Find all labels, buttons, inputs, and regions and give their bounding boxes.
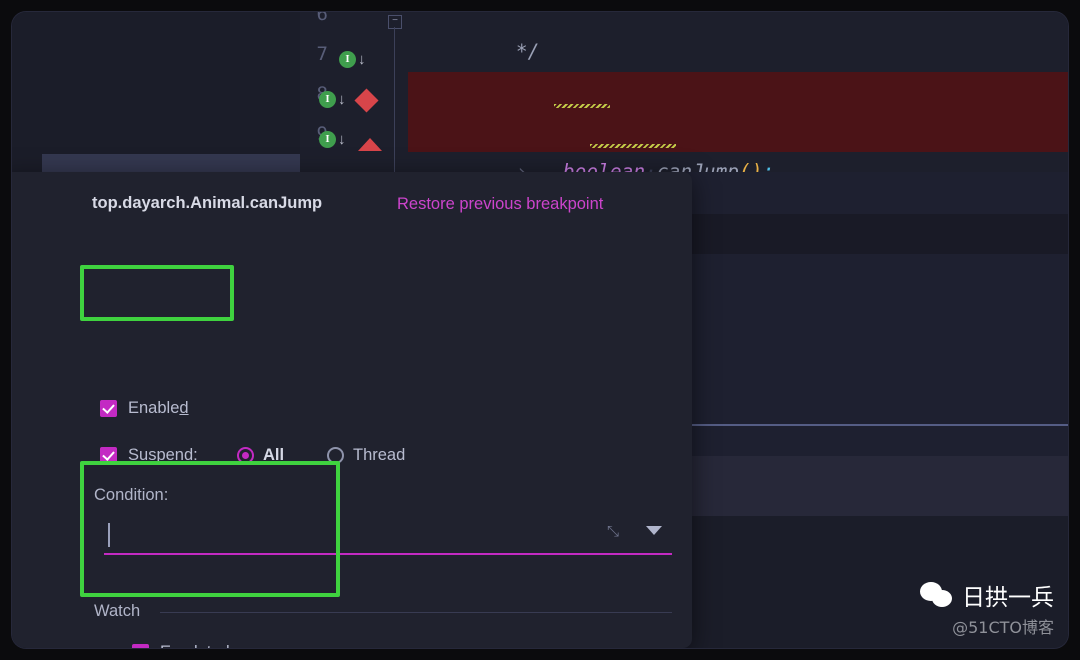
panel-main-right [684,254,1068,424]
panel-sub-right [684,426,1068,456]
radio-all-label: All [263,446,285,464]
implementation-arrow-line7[interactable]: ↓ [358,52,366,67]
radio-all[interactable] [237,447,254,464]
code-editor: 6 7 8 9 I ↓ I ↓ I ↓ − */ public·interfac [12,12,1068,183]
condition-input[interactable]: ⤡ [104,517,672,555]
restore-previous-breakpoint-link[interactable]: Restore previous breakpoint [397,195,603,214]
fold-guide-line [394,27,395,172]
code-text-area[interactable]: */ public·interface·Animal·{ › void·jump… [408,12,1068,183]
suspend-option-all[interactable]: All [237,446,284,465]
enabled-label: Enabled [128,399,189,417]
watermark-subtitle: @51CTO博客 [952,618,1054,637]
panel-top-right [684,172,1068,214]
watch-item-emulated[interactable]: Emulated [132,643,230,648]
watermark: 日拱一兵 @51CTO博客 [920,578,1054,638]
watch-divider [160,612,672,613]
expand-editor-icon[interactable]: ⤡ [607,523,624,540]
breakpoint-popup: top.dayarch.Animal.canJump Restore previ… [12,172,692,648]
editor-left-pane [12,12,300,172]
line-number-7: 7 [316,43,328,65]
condition-label: Condition: [94,486,169,504]
enabled-row[interactable]: Enabled [100,399,189,418]
suspend-option-thread[interactable]: Thread [327,446,405,465]
enabled-checkbox[interactable] [100,400,117,417]
run-gutter-icon-line8[interactable]: I [319,91,336,108]
suspend-label: Suspend: [128,446,198,464]
suspend-row[interactable]: Suspend: [100,446,198,465]
implementation-arrow-line8[interactable]: ↓ [338,92,346,107]
wechat-icon [920,582,954,608]
run-gutter-icon-line7[interactable]: I [339,51,356,68]
run-gutter-icon-line9[interactable]: I [319,131,336,148]
code-line-8: › void·jump(int·x,·int·y); [408,72,1068,143]
breakpoint-marker-line9[interactable] [358,138,382,151]
watermark-name: 日拱一兵 [962,585,1054,611]
screenshot-root: 6 7 8 9 I ↓ I ↓ I ↓ − */ public·interfac [0,0,1080,660]
code-line-7: public·interface·Animal·{ [408,32,1068,103]
implementation-arrow-line9[interactable]: ↓ [338,132,346,147]
text-caret [108,523,110,547]
editor-gutter[interactable]: 6 7 8 9 I ↓ I ↓ I ↓ − [300,12,408,172]
ide-window: 6 7 8 9 I ↓ I ↓ I ↓ − */ public·interfac [12,12,1068,648]
code-line-9: › boolean·canJump(); [408,112,1068,183]
code-fold-toggle[interactable]: − [388,15,402,29]
chevron-down-icon[interactable] [646,526,662,535]
line-number-6: 6 [316,12,328,25]
condition-underline [104,553,672,555]
emulated-checkbox[interactable] [132,644,149,648]
breakpoint-marker-line8[interactable] [354,88,379,113]
error-squiggle-canjump [590,144,676,148]
suspend-checkbox[interactable] [100,447,117,464]
radio-thread-label: Thread [353,446,406,464]
error-squiggle-jump [554,104,610,108]
radio-thread[interactable] [327,447,344,464]
watch-section-label: Watch [94,602,141,620]
emulated-label: Emulated [160,643,230,648]
panel-selected-row [684,456,1068,516]
breakpoint-title: top.dayarch.Animal.canJump [92,194,323,212]
panel-strip [684,214,1068,254]
